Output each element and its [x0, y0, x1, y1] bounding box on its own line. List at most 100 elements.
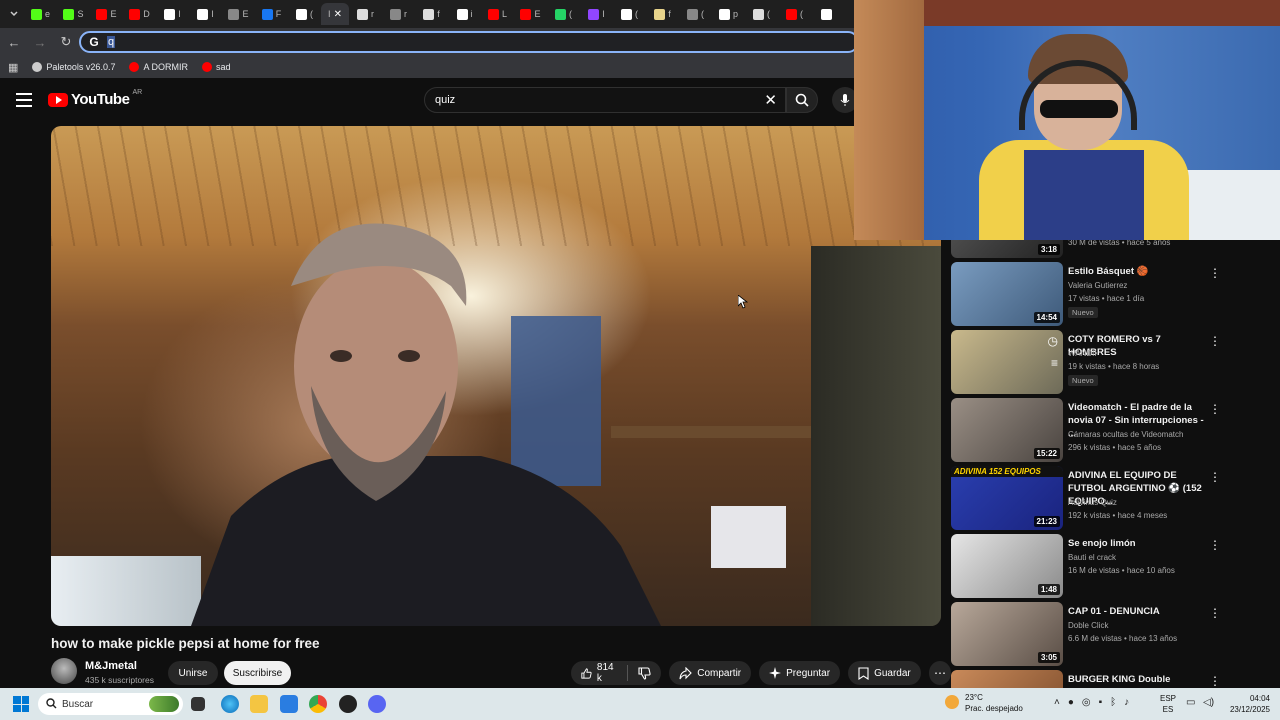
- browser-tab[interactable]: (: [778, 3, 811, 25]
- clear-search-icon[interactable]: ✕: [764, 91, 777, 109]
- browser-tab[interactable]: (: [679, 3, 712, 25]
- tray-chevron-icon[interactable]: ˄: [1054, 697, 1060, 708]
- menu-icon[interactable]: [16, 93, 32, 107]
- channel-avatar[interactable]: [51, 658, 77, 684]
- more-options-icon[interactable]: ⋮: [1209, 538, 1221, 552]
- bookmark-item[interactable]: Paletools v26.0.7: [32, 62, 115, 72]
- video-thumbnail[interactable]: 3:18: [951, 240, 1063, 258]
- bookmark-item[interactable]: sad: [201, 62, 230, 72]
- file-explorer-icon[interactable]: [250, 695, 268, 713]
- dislike-button[interactable]: [628, 661, 661, 685]
- browser-tab[interactable]: D: [123, 3, 156, 25]
- browser-tab[interactable]: (: [745, 3, 778, 25]
- video-title[interactable]: Se enojo limón: [1068, 537, 1208, 550]
- list-item[interactable]: 3:18 30 M de vistas • hace 5 años: [951, 240, 1231, 258]
- browser-tab[interactable]: [811, 3, 844, 25]
- channel-name[interactable]: Adivinus Quiz: [1068, 496, 1218, 509]
- browser-tab[interactable]: p: [712, 3, 745, 25]
- list-item[interactable]: ADIVINA 152 EQUIPOS 21:23 ADIVINA EL EQUIP…: [951, 466, 1231, 530]
- channel-name[interactable]: Doble Click: [1068, 619, 1218, 632]
- list-item[interactable]: 15:22 Videomatch - El padre de la novia 0…: [951, 398, 1231, 462]
- task-view-icon[interactable]: [191, 697, 205, 711]
- store-icon[interactable]: [280, 695, 298, 713]
- browser-tab[interactable]: I: [156, 3, 189, 25]
- join-button[interactable]: Unirse: [168, 661, 218, 685]
- volume-icon[interactable]: ◁): [1203, 697, 1214, 708]
- tab-search-icon[interactable]: [4, 3, 24, 25]
- browser-tab[interactable]: f: [415, 3, 448, 25]
- browser-tab[interactable]: E: [222, 3, 255, 25]
- video-player[interactable]: [51, 126, 941, 626]
- chrome-icon[interactable]: [309, 695, 327, 713]
- browser-tab[interactable]: S: [57, 3, 90, 25]
- reload-icon[interactable]: ↻: [54, 30, 78, 54]
- video-title[interactable]: Estilo Básquet 🏀: [1068, 265, 1208, 278]
- bluetooth-icon[interactable]: ᛒ: [1110, 697, 1116, 708]
- browser-tab[interactable]: e: [24, 3, 57, 25]
- tab-active[interactable]: I ✕: [321, 3, 349, 25]
- channel-name[interactable]: M&Jmetal: [85, 660, 137, 672]
- windows-start-icon[interactable]: [13, 696, 29, 712]
- save-button[interactable]: Guardar: [848, 661, 921, 685]
- browser-tab[interactable]: i: [448, 3, 481, 25]
- language-indicator[interactable]: ESP ES: [1160, 693, 1176, 715]
- video-thumbnail[interactable]: 15:22: [951, 398, 1063, 462]
- browser-tab[interactable]: L: [481, 3, 514, 25]
- back-icon[interactable]: ←: [2, 30, 26, 54]
- list-item[interactable]: 14:54 Estilo Básquet 🏀 Valeria Gutierrez 17…: [951, 262, 1231, 326]
- ask-button[interactable]: Preguntar: [759, 661, 841, 685]
- discord-icon[interactable]: [368, 695, 386, 713]
- browser-tab[interactable]: f: [646, 3, 679, 25]
- app-icon[interactable]: [339, 695, 357, 713]
- more-actions-icon[interactable]: ⋯: [928, 661, 952, 685]
- like-button[interactable]: 814 k: [571, 661, 627, 685]
- tray-app-icon[interactable]: ▪: [1099, 697, 1103, 708]
- more-options-icon[interactable]: ⋮: [1209, 674, 1221, 688]
- search-button[interactable]: [786, 87, 818, 113]
- watch-later-icon[interactable]: ◷: [1048, 334, 1058, 348]
- address-input-value[interactable]: q: [107, 36, 116, 48]
- bookmark-item[interactable]: A DORMIR: [129, 62, 188, 72]
- channel-name[interactable]: Valeria Gutierrez: [1068, 279, 1218, 292]
- browser-tab[interactable]: r: [382, 3, 415, 25]
- browser-tab[interactable]: I: [189, 3, 222, 25]
- list-item[interactable]: 3:05 CAP 01 - DENUNCIA Doble Click 6.6 M de…: [951, 602, 1231, 666]
- taskbar-search-input[interactable]: Buscar: [38, 693, 183, 715]
- close-tab-icon[interactable]: ✕: [334, 9, 342, 20]
- list-item[interactable]: 1:48 Se enojo limón Bauti el crack 16 M de …: [951, 534, 1231, 598]
- browser-tab[interactable]: I: [580, 3, 613, 25]
- browser-tab[interactable]: E: [90, 3, 123, 25]
- more-options-icon[interactable]: ⋮: [1209, 402, 1221, 416]
- apps-grid-icon[interactable]: ▦: [8, 61, 18, 74]
- video-thumbnail[interactable]: 3:05: [951, 602, 1063, 666]
- youtube-logo[interactable]: YouTube AR: [48, 89, 142, 108]
- video-thumbnail[interactable]: [951, 670, 1063, 690]
- more-options-icon[interactable]: ⋮: [1209, 266, 1221, 280]
- list-item[interactable]: ◷ ≡ COTY ROMERO vs 7 HOMBRES WANDII 19 k vis…: [951, 330, 1231, 394]
- weather-widget[interactable]: 23°C Prac. despejado: [945, 692, 1023, 714]
- video-thumbnail[interactable]: ◷ ≡: [951, 330, 1063, 394]
- browser-tab[interactable]: r: [349, 3, 382, 25]
- more-options-icon[interactable]: ⋮: [1209, 606, 1221, 620]
- video-thumbnail[interactable]: 1:48: [951, 534, 1063, 598]
- tray-sync-icon[interactable]: ◎: [1082, 697, 1091, 708]
- edge-icon[interactable]: [221, 695, 239, 713]
- list-item[interactable]: BURGER KING Double whopper⋮: [951, 670, 1231, 690]
- channel-name[interactable]: Bauti el crack: [1068, 551, 1218, 564]
- video-thumbnail[interactable]: 14:54: [951, 262, 1063, 326]
- subscribe-button[interactable]: Suscribirse: [224, 661, 291, 685]
- search-input[interactable]: quiz ✕: [424, 87, 786, 113]
- tray-app-icon[interactable]: ●: [1068, 697, 1074, 708]
- browser-tab[interactable]: (: [613, 3, 646, 25]
- more-options-icon[interactable]: ⋮: [1209, 334, 1221, 348]
- share-button[interactable]: Compartir: [669, 661, 752, 685]
- video-thumbnail[interactable]: ADIVINA 152 EQUIPOS 21:23: [951, 466, 1063, 530]
- clock[interactable]: 04:04 23/12/2025: [1228, 693, 1270, 715]
- browser-tab[interactable]: (: [547, 3, 580, 25]
- channel-name[interactable]: Cámaras ocultas de Videomatch: [1068, 428, 1218, 441]
- microphone-icon[interactable]: ♪: [1124, 697, 1129, 708]
- browser-tab[interactable]: E: [514, 3, 547, 25]
- more-options-icon[interactable]: ⋮: [1209, 470, 1221, 484]
- forward-icon[interactable]: →: [28, 30, 52, 54]
- address-bar[interactable]: G q: [79, 31, 859, 53]
